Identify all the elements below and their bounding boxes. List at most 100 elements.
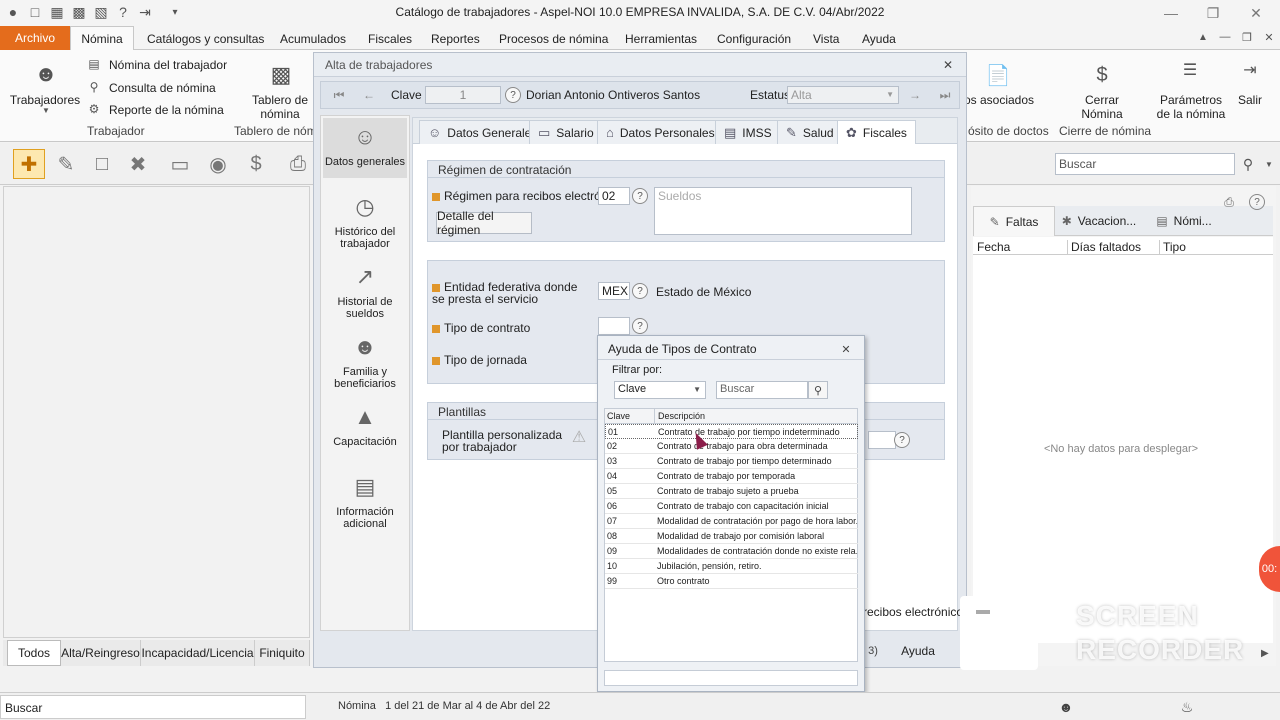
detalle-regimen-button[interactable]: Detalle del régimen	[436, 209, 532, 237]
tab-salario[interactable]: ▭ Salario	[529, 120, 603, 144]
tab-salud[interactable]: ✎ Salud	[777, 120, 843, 144]
table-row[interactable]: 09 Modalidades de contratación donde no e…	[605, 544, 858, 559]
dollar-icon[interactable]: $	[240, 149, 272, 179]
new-record-icon[interactable]: ✚	[13, 149, 45, 179]
menu-reportes[interactable]: Reportes	[431, 32, 480, 46]
help-pane-icon[interactable]: ?	[1249, 194, 1265, 210]
tab-nomina[interactable]: ▤ Nómi...	[1143, 206, 1225, 236]
tab-alta-reingreso[interactable]: Alta/Reingreso	[61, 640, 141, 666]
delete-icon[interactable]: ✖	[122, 149, 154, 179]
parametros-button[interactable]: Parámetros de la nómina	[1152, 93, 1230, 121]
first-record-icon[interactable]: ⏮	[331, 87, 347, 103]
money-icon[interactable]: ◉	[202, 149, 234, 179]
regimen-help-icon[interactable]: ?	[632, 188, 648, 204]
search-dropdown-icon[interactable]: ▼	[1263, 157, 1275, 171]
sidebar-historico[interactable]: ◷ Histórico del trabajador	[321, 192, 409, 251]
menu-procesos[interactable]: Procesos de nómina	[499, 32, 608, 46]
table-row[interactable]: 02 Contrato de trabajo para obra determin…	[605, 439, 858, 454]
table-row[interactable]: 99 Otro contrato	[605, 574, 858, 589]
popup-close-icon[interactable]: ✕	[838, 341, 854, 357]
tipo-contrato-help-icon[interactable]: ?	[632, 318, 648, 334]
consulta-nomina-button[interactable]: Consulta de nómina	[109, 81, 216, 95]
salir-button[interactable]: Salir	[1234, 93, 1266, 107]
clave-help-icon[interactable]: ?	[505, 87, 521, 103]
sidebar-historial-sueldos[interactable]: ↗ Historial de sueldos	[321, 262, 409, 321]
view-icon[interactable]: □	[86, 149, 118, 179]
tablero-button[interactable]: Tablero de nómina	[248, 93, 312, 121]
user-status-icon[interactable]: ☻	[1057, 698, 1075, 716]
table-row[interactable]: 06 Contrato de trabajo con capacitación i…	[605, 499, 858, 514]
table-row[interactable]: 01 Contrato de trabajo por tiempo indeter…	[605, 424, 858, 439]
menu-catalogos[interactable]: Catálogos y consultas	[147, 32, 264, 46]
card-icon[interactable]: ▭	[164, 149, 196, 179]
dialog-close-icon[interactable]: ✕	[940, 57, 956, 73]
col-fecha[interactable]: Fecha	[977, 240, 1010, 254]
tab-datos-personales[interactable]: ⌂ Datos Personales	[597, 120, 724, 144]
table-row[interactable]: 05 Contrato de trabajo sujeto a prueba	[605, 484, 858, 499]
close-child-icon[interactable]: ✕	[1262, 30, 1276, 44]
trabajadores-button[interactable]: Trabajadores	[8, 93, 82, 107]
tab-finiquito[interactable]: Finiquito	[255, 640, 310, 666]
last-record-icon[interactable]: ⏭	[937, 87, 953, 103]
print-pane-icon[interactable]: ⎙	[1221, 194, 1237, 210]
popup-search-icon[interactable]: ⚲	[808, 381, 828, 399]
sidebar-informacion[interactable]: ▤ Información adicional	[321, 472, 409, 531]
search-input[interactable]: Buscar	[1055, 153, 1235, 175]
table-row[interactable]: 04 Contrato de trabajo por temporada	[605, 469, 858, 484]
restore-child-icon[interactable]: ❐	[1240, 30, 1254, 44]
entidad-help-icon[interactable]: ?	[632, 283, 648, 299]
search-icon[interactable]: ⚲	[1236, 153, 1260, 175]
tab-todos[interactable]: Todos	[7, 640, 61, 666]
dropdown-arrow-icon[interactable]: ▼	[42, 106, 50, 115]
workers-list[interactable]	[3, 186, 310, 638]
table-row[interactable]: 07 Modalidad de contratación por pago de …	[605, 514, 858, 529]
restore-icon[interactable]: ❐	[1198, 4, 1228, 22]
menu-configuracion[interactable]: Configuración	[717, 32, 791, 46]
col-tipo[interactable]: Tipo	[1159, 240, 1186, 254]
tab-vacaciones[interactable]: ✱ Vacacion...	[1057, 206, 1141, 236]
table-row[interactable]: 03 Contrato de trabajo por tiempo determi…	[605, 454, 858, 469]
menu-vista[interactable]: Vista	[813, 32, 839, 46]
filter-select[interactable]: Clave ▼	[614, 381, 706, 399]
menu-herramientas[interactable]: Herramientas	[625, 32, 697, 46]
tab-incapacidad[interactable]: Incapacidad/Licencia	[141, 640, 255, 666]
close-icon[interactable]: ✕	[1241, 4, 1271, 22]
scroll-right-icon[interactable]: ▶	[1261, 648, 1269, 659]
sidebar-capacitacion[interactable]: ▲ Capacitación	[321, 402, 409, 449]
nomina-trabajador-button[interactable]: Nómina del trabajador	[109, 58, 227, 72]
tab-fiscales[interactable]: ✿ Fiscales	[837, 120, 916, 144]
bell-icon[interactable]: ♨	[1178, 698, 1196, 716]
plantilla-input[interactable]	[868, 431, 896, 449]
col-dias-faltados[interactable]: Días faltados	[1067, 240, 1141, 254]
table-row[interactable]: 10 Jubilación, pensión, retiro.	[605, 559, 858, 574]
tab-imss[interactable]: ▤ IMSS	[715, 120, 781, 144]
table-row[interactable]: 08 Modalidad de trabajo por comisión labo…	[605, 529, 858, 544]
tipo-contrato-input[interactable]	[598, 317, 630, 335]
minimize-icon[interactable]: —	[1156, 4, 1186, 22]
print-icon[interactable]: ⎙	[282, 149, 314, 179]
menu-archivo[interactable]: Archivo	[0, 26, 70, 50]
ayuda-button[interactable]: Ayuda	[890, 639, 946, 663]
menu-acumulados[interactable]: Acumulados	[280, 32, 346, 46]
tab-faltas[interactable]: ✎ Faltas	[973, 206, 1055, 236]
status-search-input[interactable]: Buscar	[0, 695, 306, 719]
entidad-input[interactable]: MEX	[598, 282, 630, 300]
menu-ayuda[interactable]: Ayuda	[862, 32, 896, 46]
cerrar-nomina-button[interactable]: Cerrar Nómina	[1075, 93, 1129, 121]
popup-search-input[interactable]: Buscar	[716, 381, 808, 399]
col-descripcion[interactable]: Descripción	[654, 409, 705, 424]
documentos-button[interactable]: Documentos asociados	[962, 93, 1034, 107]
collapse-ribbon-icon[interactable]: ▲	[1196, 30, 1210, 44]
minimize-child-icon[interactable]: —	[1218, 30, 1232, 44]
sidebar-datos-generales[interactable]: ☺ Datos generales	[321, 122, 409, 169]
col-clave[interactable]: Clave	[607, 411, 630, 421]
menu-fiscales[interactable]: Fiscales	[368, 32, 412, 46]
regimen-input[interactable]: 02	[598, 187, 630, 205]
plantilla-help-icon[interactable]: ?	[894, 432, 910, 448]
edit-icon[interactable]: ✎	[50, 149, 82, 179]
reporte-nomina-button[interactable]: Reporte de la nómina	[109, 103, 224, 117]
tab-datos-generales[interactable]: ☺ Datos Generales	[419, 120, 547, 144]
next-record-icon[interactable]: →	[907, 87, 923, 103]
menu-nomina[interactable]: Nómina	[70, 26, 134, 51]
prev-record-icon[interactable]: ←	[361, 87, 377, 103]
